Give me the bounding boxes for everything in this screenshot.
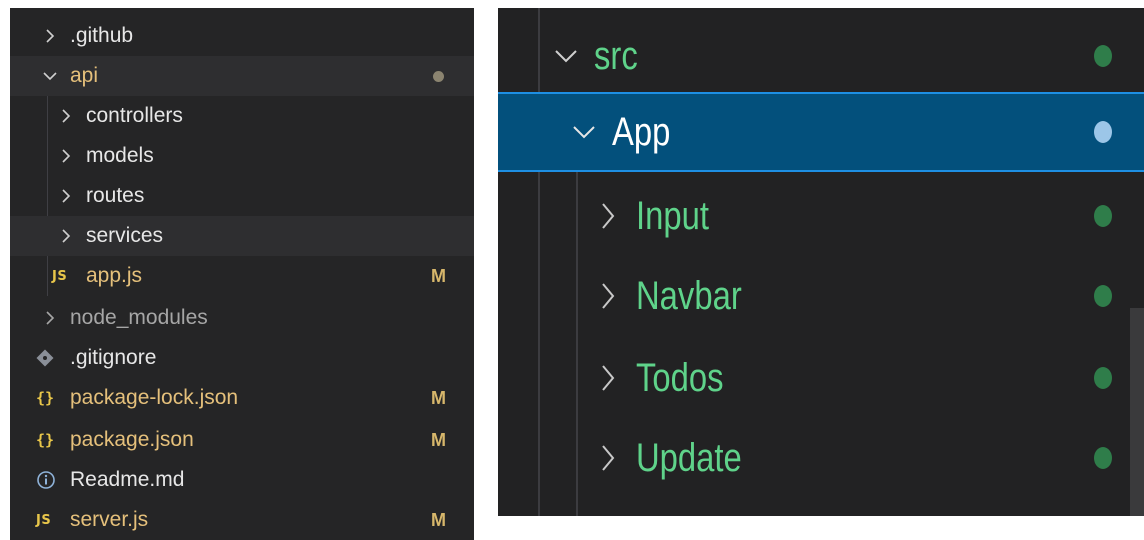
tree-item-label: .gitignore <box>70 346 157 369</box>
tree-item-package-json[interactable]: {} package.json M <box>10 420 474 460</box>
tree-item-navbar[interactable]: Navbar <box>498 256 1144 336</box>
tree-item-label: models <box>86 144 154 167</box>
modified-dot-icon <box>433 70 444 82</box>
chevron-down-icon <box>42 71 58 81</box>
tree-item-app-js[interactable]: JS app.js M <box>10 256 474 296</box>
chevron-right-icon <box>598 202 618 230</box>
tree-item-label: app.js <box>86 264 143 287</box>
tree-item-label: package.json <box>70 428 194 451</box>
tree-item-label: routes <box>86 184 145 207</box>
tree-item-github[interactable]: .github <box>10 16 474 56</box>
js-file-icon: JS <box>36 512 52 528</box>
modified-status-badge: M <box>431 265 446 286</box>
tree-item-label: api <box>70 64 99 87</box>
tree-item-server-js[interactable]: JS server.js M <box>10 500 474 540</box>
tree-item-gitignore[interactable]: .gitignore <box>10 338 474 378</box>
tree-item-label: Navbar <box>636 273 742 318</box>
tree-item-update[interactable]: Update <box>498 418 1144 498</box>
tree-item-label: App <box>612 109 671 154</box>
chevron-right-icon <box>598 282 618 310</box>
tree-item-label: server.js <box>70 508 149 531</box>
info-icon <box>36 470 62 490</box>
tree-item-label: Todos <box>636 355 724 400</box>
tree-item-label: controllers <box>86 104 183 127</box>
tree-item-label: node_modules <box>70 306 208 329</box>
tree-item-label: package-lock.json <box>70 386 239 409</box>
tree-item-todos[interactable]: Todos <box>498 338 1144 418</box>
json-file-icon: {} <box>36 431 55 449</box>
git-icon <box>36 349 62 367</box>
tree-item-controllers[interactable]: controllers <box>10 96 474 136</box>
left-file-explorer: .github api controllers models routes se… <box>10 8 474 540</box>
chevron-right-icon <box>58 188 74 204</box>
status-dot-icon <box>1094 367 1112 389</box>
chevron-down-icon <box>570 125 598 139</box>
tree-item-label: src <box>594 33 638 78</box>
chevron-right-icon <box>598 444 618 472</box>
chevron-right-icon <box>42 310 58 326</box>
status-dot-icon <box>1094 205 1112 227</box>
tree-item-node-modules[interactable]: node_modules <box>10 298 474 338</box>
modified-status-badge: M <box>431 429 446 450</box>
tree-item-label: .github <box>70 24 134 47</box>
status-dot-icon <box>1094 45 1112 67</box>
chevron-right-icon <box>598 364 618 392</box>
chevron-right-icon <box>58 108 74 124</box>
vertical-scrollbar[interactable] <box>1130 308 1144 516</box>
tree-item-models[interactable]: models <box>10 136 474 176</box>
js-file-icon: JS <box>52 268 68 284</box>
tree-item-routes[interactable]: routes <box>10 176 474 216</box>
tree-item-label: Update <box>636 435 742 480</box>
tree-item-api[interactable]: api <box>10 56 474 96</box>
chevron-right-icon <box>58 228 74 244</box>
status-dot-icon <box>1094 447 1112 469</box>
status-dot-icon <box>1094 285 1112 307</box>
tree-item-services[interactable]: services <box>10 216 474 256</box>
tree-item-label: services <box>86 224 164 247</box>
right-file-explorer-zoomed: src App Input Navbar Todos Update <box>498 8 1144 516</box>
status-dot-icon <box>1094 121 1112 143</box>
tree-item-app[interactable]: App <box>498 92 1144 172</box>
chevron-right-icon <box>58 148 74 164</box>
chevron-down-icon <box>552 49 580 63</box>
modified-status-badge: M <box>431 509 446 530</box>
modified-status-badge: M <box>431 387 446 408</box>
tree-item-label: Readme.md <box>70 468 185 491</box>
json-file-icon: {} <box>36 389 55 407</box>
tree-item-label: Input <box>636 193 709 238</box>
chevron-right-icon <box>42 28 58 44</box>
tree-item-input[interactable]: Input <box>498 176 1144 256</box>
tree-item-readme-md[interactable]: Readme.md <box>10 460 474 500</box>
tree-item-package-lock-json[interactable]: {} package-lock.json M <box>10 378 474 418</box>
tree-item-src[interactable]: src <box>498 16 1144 96</box>
